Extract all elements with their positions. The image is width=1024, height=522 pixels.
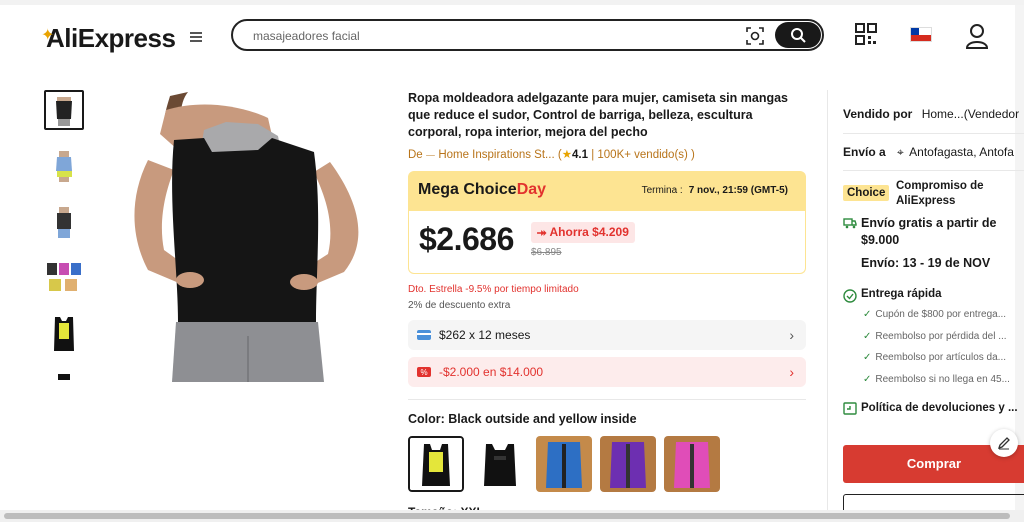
divider [843, 133, 1024, 134]
swatch-purple[interactable] [600, 436, 656, 492]
svg-text:%: % [420, 368, 427, 377]
logo-text: AliExpress [46, 23, 176, 53]
check-icon: ✓ [863, 352, 872, 363]
choice-badge: Choice [843, 185, 890, 201]
purchase-panel: Vendido por Home...(Vendedor Envío a ⌖ A… [827, 90, 1024, 522]
truck-icon [843, 218, 857, 229]
seller-link[interactable]: Home...(Vendedor [922, 107, 1019, 121]
product-title: Ropa moldeadora adelgazante para mujer, … [408, 91, 788, 139]
feedback-button[interactable] [990, 429, 1018, 457]
fast-delivery-title[interactable]: Entrega rápida [861, 288, 942, 300]
installments-row[interactable]: $262 x 12 meses › [408, 320, 806, 350]
ship-to-row[interactable]: Envío a ⌖ Antofagasta, Antofa [843, 145, 1014, 160]
rating-value: 4.1 [572, 149, 588, 161]
tag-icon: ⯮ [537, 225, 550, 239]
divider [843, 170, 1024, 171]
thumbnail-6[interactable] [44, 370, 84, 380]
benefit-item: ✓ Cupón de $800 por entrega... [863, 309, 1007, 320]
savings-badge: ⯮ Ahorra $4.209 [531, 222, 635, 243]
ship-to-location: Antofagasta, Antofa [909, 145, 1014, 159]
sold-count: 100K+ vendido(s) [597, 149, 688, 161]
current-price: $2.686 [419, 221, 514, 257]
image-search-icon[interactable] [745, 26, 765, 46]
coupon-row[interactable]: % -$2.000 en $14.000 › [408, 357, 806, 387]
coupon-text: -$2.000 en $14.000 [439, 365, 544, 379]
color-label: Color: Black outside and yellow inside [408, 412, 637, 426]
header: ✦ AliExpress [0, 5, 1024, 67]
shipping-dates: Envío: 13 - 19 de NOV [861, 256, 991, 270]
swatch-black-yellow[interactable] [408, 436, 464, 492]
fast-delivery-icon [843, 289, 857, 303]
color-swatches [408, 436, 806, 492]
extra-discount: 2% de descuento extra [408, 300, 511, 311]
divider [408, 399, 806, 400]
search-icon [791, 28, 806, 43]
sold-by-label: Vendido por [843, 107, 913, 121]
thumbnail-5[interactable] [44, 314, 84, 354]
benefit-item: ✓ Reembolso por pérdida del ... [863, 331, 1007, 342]
ship-to-label: Envío a [843, 145, 886, 159]
benefit-item: ✓ Reembolso si no llega en 45... [863, 374, 1010, 385]
check-icon: ✓ [863, 309, 872, 320]
chevron-right-icon: › [789, 327, 794, 343]
countdown: Termina :7 nov., 21:59 (GMT-5) [641, 185, 788, 196]
location-pin-icon: ⌖ [897, 145, 904, 159]
menu-icon[interactable] [190, 32, 202, 42]
search-input[interactable] [253, 26, 733, 46]
thumbnail-1[interactable] [44, 90, 84, 130]
chevron-right-icon: › [789, 364, 794, 380]
aliexpress-logo[interactable]: ✦ AliExpress [41, 23, 176, 54]
thumbnail-2[interactable] [44, 146, 84, 186]
thumbnail-3[interactable] [44, 202, 84, 242]
check-icon: ✓ [863, 331, 872, 342]
returns-icon [843, 402, 857, 415]
store-prefix: De [408, 149, 423, 161]
search-button[interactable] [775, 22, 821, 48]
check-icon: ✓ [863, 374, 872, 385]
user-account-icon[interactable] [965, 23, 989, 49]
scrollbar-thumb[interactable] [4, 513, 1010, 519]
thumbnail-4[interactable] [44, 258, 84, 298]
store-icon: ⏤ [425, 149, 436, 161]
price-box: $2.686 ⯮ Ahorra $4.209 $6.895 [408, 211, 806, 274]
installments-text: $262 x 12 meses [439, 328, 531, 342]
original-price: $6.895 [531, 247, 562, 258]
mega-title: Mega ChoiceDay [418, 181, 547, 198]
mega-choice-day-banner: Mega ChoiceDay Termina :7 nov., 21:59 (G… [408, 171, 806, 211]
choice-commitment[interactable]: Compromiso de AliExpress [896, 179, 1021, 209]
card-icon [417, 330, 431, 340]
free-shipping-text: Envío gratis a partir de $9.000 [861, 216, 997, 247]
horizontal-scrollbar[interactable] [0, 510, 1024, 522]
returns-policy[interactable]: Política de devoluciones y ... [861, 402, 1018, 414]
rating-star-icon: ★ [561, 149, 572, 161]
thumbnail-list [44, 90, 84, 396]
pencil-icon [997, 437, 1010, 450]
swatch-blue[interactable] [536, 436, 592, 492]
benefit-item: ✓ Reembolso por artículos da... [863, 352, 1007, 363]
search-bar [231, 19, 824, 51]
store-line: De ⏤ Home Inspirations St... (★4.1 | 100… [408, 147, 806, 162]
coupon-icon: % [417, 367, 431, 377]
star-discount: Dto. Estrella -9.5% por tiempo limitado [408, 284, 579, 295]
product-info: Ropa moldeadora adelgazante para mujer, … [408, 90, 806, 492]
logo-star-icon: ✦ [41, 27, 54, 44]
store-name-link[interactable]: Home Inspirations St... [438, 149, 554, 161]
main-product-image[interactable] [108, 90, 378, 382]
rating-close: ) [687, 149, 695, 161]
sold-by-row: Vendido por Home...(Vendedor [843, 107, 1019, 121]
swatch-pink[interactable] [664, 436, 720, 492]
chile-flag-icon[interactable] [910, 27, 932, 42]
qr-code-icon[interactable] [855, 23, 877, 45]
swatch-black[interactable] [472, 436, 528, 492]
